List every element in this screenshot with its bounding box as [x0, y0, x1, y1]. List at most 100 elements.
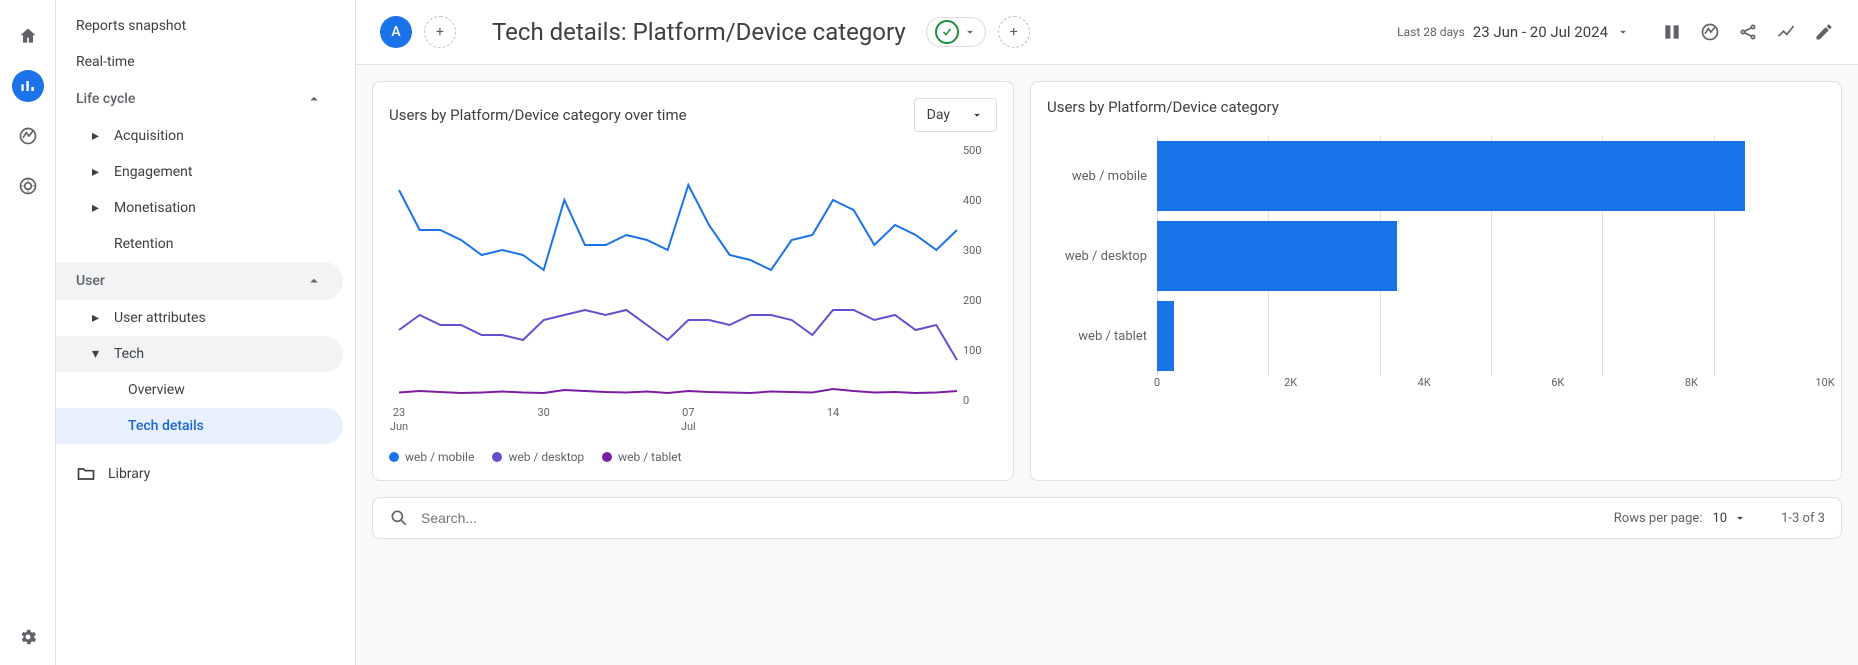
rows-per-page-select[interactable]: 10: [1712, 511, 1747, 526]
sidebar-item-reports-snapshot[interactable]: Reports snapshot: [56, 8, 343, 44]
axis-tick: 8K: [1685, 376, 1698, 389]
bar-label: web / mobile: [1047, 169, 1157, 184]
page-title: Tech details: Platform/Device category: [492, 18, 906, 46]
chevron-up-icon: [305, 272, 323, 290]
edit-icon[interactable]: [1814, 22, 1834, 42]
sidebar-item-library[interactable]: Library: [56, 454, 343, 494]
bar-fill: [1157, 301, 1174, 371]
label: Library: [108, 466, 150, 482]
icon-rail: [0, 0, 56, 665]
line-chart-legend: web / mobile web / desktop web / tablet: [389, 450, 997, 464]
svg-text:200: 200: [963, 294, 982, 307]
legend-dot: [492, 452, 502, 462]
sidebar-section-user[interactable]: User: [56, 262, 343, 300]
trend-icon[interactable]: [1776, 22, 1796, 42]
add-filter-button[interactable]: +: [998, 16, 1030, 48]
line-chart: 010020030040050023Jun3007Jul14: [389, 140, 997, 440]
chevron-down-icon: [1616, 25, 1630, 39]
add-comparison-button[interactable]: +: [424, 16, 456, 48]
sidebar-item-acquisition[interactable]: ▸Acquisition: [56, 118, 343, 154]
svg-text:23: 23: [393, 406, 405, 419]
svg-text:0: 0: [963, 394, 969, 407]
bar-chart-title: Users by Platform/Device category: [1047, 98, 1825, 116]
chevron-down-icon: [963, 25, 977, 39]
search-icon: [389, 508, 409, 528]
search-input[interactable]: [421, 510, 1602, 526]
legend-dot: [602, 452, 612, 462]
axis-tick: 0: [1154, 376, 1160, 389]
axis-tick: 2K: [1284, 376, 1297, 389]
svg-text:300: 300: [963, 244, 982, 257]
sidebar: Reports snapshot Real-time Life cycle ▸A…: [56, 0, 356, 665]
svg-text:Jun: Jun: [390, 420, 408, 433]
legend-item[interactable]: web / desktop: [492, 450, 584, 464]
legend-item[interactable]: web / tablet: [602, 450, 681, 464]
legend-label: web / tablet: [618, 450, 681, 464]
bar-fill: [1157, 141, 1745, 211]
check-icon: [935, 20, 959, 44]
svg-text:07: 07: [682, 406, 694, 419]
bar-row: web / tablet: [1047, 296, 1825, 376]
sidebar-item-tech-details[interactable]: Tech details: [56, 408, 343, 444]
sidebar-item-engagement[interactable]: ▸Engagement: [56, 154, 343, 190]
line-chart-title: Users by Platform/Device category over t…: [389, 106, 687, 124]
svg-text:14: 14: [827, 406, 839, 419]
bar-row: web / mobile: [1047, 136, 1825, 216]
sidebar-item-tech-overview[interactable]: Overview: [56, 372, 343, 408]
toolbar-icons: [1662, 22, 1834, 42]
main: A + Tech details: Platform/Device catego…: [356, 0, 1858, 665]
bar-chart-card: Users by Platform/Device category web / …: [1030, 81, 1842, 481]
label: User attributes: [114, 310, 206, 326]
explore-icon[interactable]: [12, 120, 44, 152]
caret-right-icon: ▸: [92, 128, 102, 144]
pagination-range: 1-3 of 3: [1781, 511, 1825, 526]
rows-per-page-label: Rows per page:: [1614, 511, 1703, 526]
dropdown-value: Day: [927, 107, 950, 123]
compare-icon[interactable]: [1662, 22, 1682, 42]
sidebar-item-realtime[interactable]: Real-time: [56, 44, 343, 80]
sidebar-item-user-attributes[interactable]: ▸ User attributes: [56, 300, 343, 336]
chevron-down-icon: [970, 108, 984, 122]
insights-icon[interactable]: [1700, 22, 1720, 42]
svg-text:Jul: Jul: [681, 420, 696, 433]
sidebar-item-retention[interactable]: Retention: [56, 226, 343, 262]
axis-tick: 4K: [1418, 376, 1431, 389]
date-range-picker[interactable]: Last 28 days 23 Jun - 20 Jul 2024: [1397, 23, 1630, 41]
sidebar-section-lifecycle[interactable]: Life cycle: [56, 80, 343, 118]
label: Monetisation: [114, 200, 196, 216]
label: Life cycle: [76, 91, 135, 107]
caret-right-icon: ▸: [92, 310, 102, 326]
reports-icon[interactable]: [12, 70, 44, 102]
bar-row: web / desktop: [1047, 216, 1825, 296]
label: User: [76, 273, 105, 289]
svg-text:100: 100: [963, 344, 982, 357]
rows-per-page-value: 10: [1712, 511, 1727, 526]
home-icon[interactable]: [12, 20, 44, 52]
label: Tech: [114, 346, 144, 362]
admin-gear-icon[interactable]: [12, 621, 44, 653]
topbar: A + Tech details: Platform/Device catego…: [356, 0, 1858, 65]
bar-chart: web / mobile web / desktop web / tablet …: [1047, 136, 1825, 396]
axis-tick: 6K: [1551, 376, 1564, 389]
legend-label: web / desktop: [508, 450, 584, 464]
svg-text:400: 400: [963, 194, 982, 207]
label: Real-time: [76, 54, 135, 70]
label: Tech details: [128, 418, 204, 434]
table-search-row: Rows per page: 10 1-3 of 3: [372, 497, 1842, 539]
segment-avatar[interactable]: A: [380, 16, 412, 48]
content: Users by Platform/Device category over t…: [356, 65, 1858, 665]
label: Engagement: [114, 164, 192, 180]
sidebar-item-monetisation[interactable]: ▸Monetisation: [56, 190, 343, 226]
folder-icon: [76, 464, 96, 484]
axis-tick: 10K: [1815, 376, 1834, 389]
bar-label: web / desktop: [1047, 249, 1157, 264]
status-pill[interactable]: [926, 17, 986, 47]
granularity-dropdown[interactable]: Day: [914, 98, 997, 132]
date-range-label: Last 28 days: [1397, 25, 1465, 39]
share-icon[interactable]: [1738, 22, 1758, 42]
sidebar-item-tech[interactable]: ▾Tech: [56, 336, 343, 372]
chevron-down-icon: [1733, 511, 1747, 525]
date-range-value: 23 Jun - 20 Jul 2024: [1473, 23, 1608, 41]
legend-item[interactable]: web / mobile: [389, 450, 474, 464]
advertising-icon[interactable]: [12, 170, 44, 202]
